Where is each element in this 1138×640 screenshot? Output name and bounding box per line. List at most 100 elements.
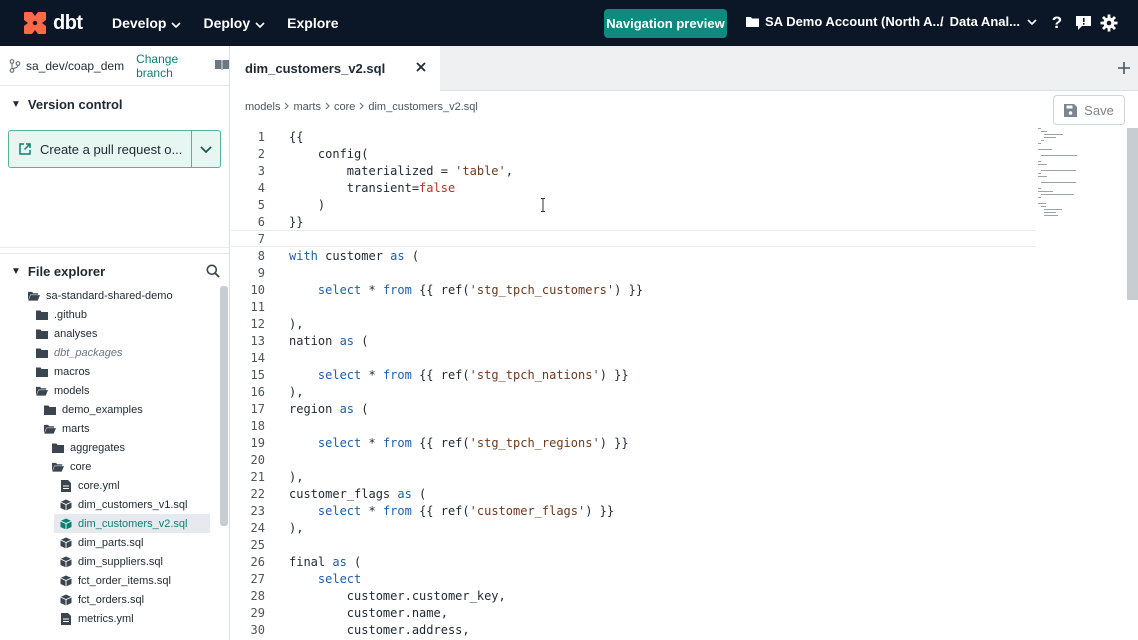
tree-item-marts[interactable]: marts (0, 419, 220, 438)
code-token: 'stg_tpch_regions' (469, 435, 600, 450)
nav-deploy[interactable]: Deploy (203, 15, 265, 31)
line-number: 2 (257, 146, 265, 161)
new-tab-plus-icon[interactable] (1118, 58, 1130, 79)
file-explorer-title: File explorer (27, 264, 106, 279)
project-name: Data Anal... (949, 14, 1020, 29)
code-text: select * from {{ ref('customer_flags') }… (289, 504, 614, 518)
code-text: config( (289, 146, 369, 161)
breadcrumb-segment[interactable]: dim_customers_v2.sql (368, 101, 477, 113)
tree-item-dim-customers-v1-sql[interactable]: dim_customers_v1.sql (0, 495, 220, 514)
code-line: 10 select * from {{ ref('stg_tpch_custom… (231, 281, 1036, 298)
tree-item--github[interactable]: .github (0, 305, 220, 324)
code-minimap[interactable] (1038, 128, 1118, 228)
tree-item-fct-order-items-sql[interactable]: fct_order_items.sql (0, 571, 220, 590)
tree-item-analyses[interactable]: analyses (0, 324, 220, 343)
code-token: 'customer_flags' (469, 503, 586, 518)
line-number: 10 (250, 282, 265, 297)
code-token: as (397, 486, 412, 501)
book-icon[interactable] (215, 59, 229, 73)
code-line: 30 customer.address, (231, 621, 1036, 638)
code-token: with (289, 248, 326, 263)
code-editor[interactable]: 1{{2 config(3 materialized = 'table', 4 t… (231, 128, 1036, 640)
nav-explore[interactable]: Explore (287, 15, 338, 31)
minimap-line (1038, 188, 1041, 189)
folder-open-icon (28, 290, 40, 302)
tree-item-label: analyses (54, 327, 98, 340)
minimap-line (1044, 215, 1058, 216)
tree-item-fct-orders-sql[interactable]: fct_orders.sql (0, 590, 220, 609)
code-line: 20 (231, 451, 1036, 468)
breadcrumb-segment[interactable]: core (334, 101, 355, 113)
code-text: ), (289, 317, 303, 331)
tree-item-core-yml[interactable]: core.yml (0, 476, 220, 495)
code-token: {{ ref( (419, 367, 470, 382)
version-control-header[interactable]: ▼ Version control (0, 86, 229, 122)
tree-item-dim-suppliers-sql[interactable]: dim_suppliers.sql (0, 552, 220, 571)
line-number: 18 (250, 418, 265, 433)
feedback-icon[interactable] (1074, 13, 1092, 33)
code-text: region as ( (289, 402, 368, 416)
project-selector[interactable]: / Data Anal... (940, 14, 1037, 29)
code-token: ( (354, 401, 369, 416)
search-icon[interactable] (206, 264, 220, 281)
file-icon (60, 612, 72, 625)
editor-scrollbar[interactable] (1127, 128, 1138, 300)
tree-item-demo-examples[interactable]: demo_examples (0, 400, 220, 419)
tree-item-aggregates[interactable]: aggregates (0, 438, 220, 457)
minimap-line (1038, 197, 1041, 198)
minimap-line (1038, 176, 1047, 177)
dbt-logo[interactable]: dbt (22, 10, 90, 36)
tree-item-label: demo_examples (62, 403, 143, 416)
minimap-line (1044, 137, 1057, 138)
save-button[interactable]: Save (1053, 95, 1125, 125)
breadcrumb-segment[interactable]: models (245, 101, 280, 113)
tree-item-dbt-packages[interactable]: dbt_packages (0, 343, 220, 362)
minimap-line (1038, 164, 1047, 165)
model-cube-icon (60, 499, 72, 511)
code-token: {{ ref( (419, 503, 470, 518)
nav-icon-group: ? (1048, 13, 1118, 33)
code-token: config( (289, 146, 369, 161)
code-token: final (289, 554, 333, 569)
tree-item-dim-customers-v2-sql[interactable]: dim_customers_v2.sql (54, 514, 210, 533)
model-cube-icon (60, 594, 72, 606)
code-token: from (382, 367, 420, 382)
code-token: ( (346, 554, 362, 569)
gear-icon[interactable] (1100, 13, 1118, 33)
line-number: 4 (257, 180, 265, 195)
tree-item-metrics-yml[interactable]: metrics.yml (0, 609, 220, 628)
create-pull-request-main[interactable]: Create a pull request o... (9, 142, 191, 157)
tree-item-dim-parts-sql[interactable]: dim_parts.sql (0, 533, 220, 552)
nav-develop[interactable]: Develop (112, 15, 182, 31)
tree-item-label: core (70, 460, 92, 473)
tab-dim-customers-v2[interactable]: dim_customers_v2.sql (231, 46, 440, 91)
code-token: select (289, 367, 369, 382)
tree-item-sa-standard-shared-demo[interactable]: sa-standard-shared-demo (0, 286, 220, 305)
line-number: 7 (257, 231, 265, 246)
file-tree-scrollbar[interactable] (220, 286, 228, 526)
tree-item-models[interactable]: models (0, 381, 220, 400)
code-token: ), (289, 469, 304, 484)
breadcrumb-segment[interactable]: marts (293, 101, 321, 113)
minimap-line (1041, 194, 1074, 195)
help-icon[interactable]: ? (1048, 13, 1066, 33)
model-cube-icon (60, 537, 72, 549)
code-text: materialized = 'table', (289, 164, 513, 178)
minimap-line (1038, 161, 1041, 162)
change-branch-link[interactable]: Change branch (136, 52, 204, 80)
minimap-line (1038, 191, 1054, 192)
close-icon[interactable] (416, 60, 426, 75)
tree-item-macros[interactable]: macros (0, 362, 220, 381)
account-selector[interactable]: SA Demo Account (North A... (746, 14, 943, 29)
code-line: 29 customer.name, (231, 604, 1036, 621)
line-number: 19 (250, 435, 265, 450)
caret-down-icon: ▼ (11, 98, 21, 110)
pull-request-dropdown-toggle[interactable] (191, 131, 220, 167)
code-token: select (289, 503, 369, 518)
file-explorer-header[interactable]: ▼ File explorer (0, 253, 229, 289)
navigation-preview-button[interactable]: Navigation preview (604, 9, 727, 38)
code-token: {{ (289, 129, 304, 144)
code-line: 26 final as ( (231, 553, 1036, 570)
tree-item-core[interactable]: core (0, 457, 220, 476)
code-token: 'stg_tpch_nations' (469, 367, 600, 382)
